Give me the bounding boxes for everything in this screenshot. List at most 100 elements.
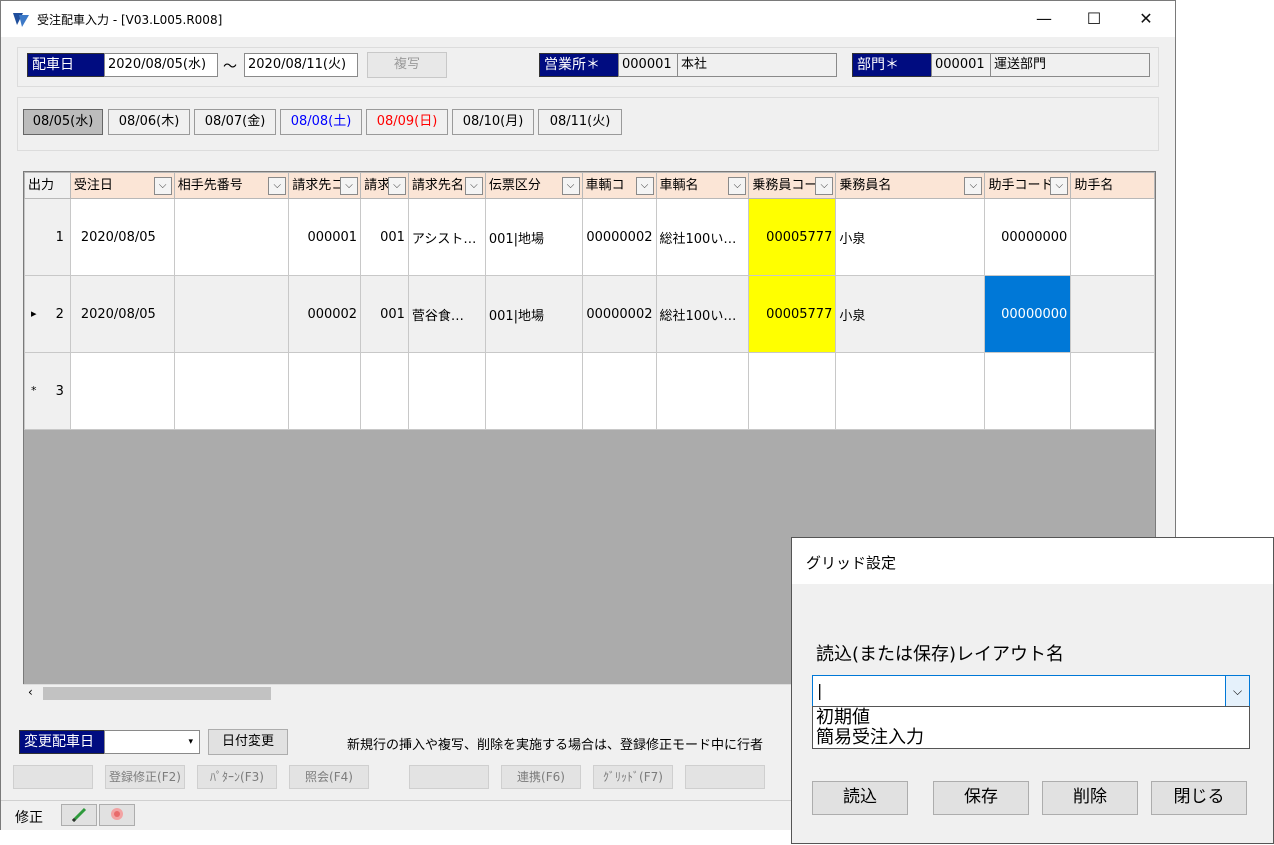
filter-dropdown-icon[interactable]: ⌵: [561, 177, 580, 195]
day-tab[interactable]: 08/07(金): [194, 109, 276, 135]
table-row[interactable]: ▸ 2 2020/08/05 000002 001 菅谷食… 001|地場 00000002 総…: [24, 275, 1155, 353]
grid-cell-bill-sub[interactable]: [360, 352, 409, 430]
grid-cell-order-date[interactable]: 2020/08/05: [69, 275, 175, 353]
column-header[interactable]: 車輌名 ⌵: [655, 172, 750, 199]
grid-cell-vehicle-code[interactable]: 00000002: [581, 275, 657, 353]
column-header[interactable]: 伝票区分 ⌵: [484, 172, 583, 199]
day-tab[interactable]: 08/06(木): [108, 109, 190, 135]
column-header[interactable]: 請求先名 ⌵: [407, 172, 486, 199]
load-button[interactable]: 読込: [812, 781, 908, 815]
grid-cell-bill-code[interactable]: [288, 352, 362, 430]
filter-dropdown-icon[interactable]: ⌵: [464, 177, 483, 195]
grid-cell-driver-name[interactable]: 小泉: [835, 275, 986, 353]
day-tab[interactable]: 08/09(日): [366, 109, 448, 135]
row-header[interactable]: 1: [24, 198, 71, 276]
grid-cell-vehicle-code[interactable]: [581, 352, 657, 430]
grid-cell-driver-code[interactable]: [748, 352, 837, 430]
grid-cell-bill-sub[interactable]: 001: [360, 198, 409, 276]
filter-dropdown-icon[interactable]: ⌵: [635, 177, 654, 195]
grid-cell-slip-type[interactable]: [484, 352, 583, 430]
edit-f2-button[interactable]: 登録修正(F2): [105, 765, 185, 789]
change-date-field[interactable]: ▾: [104, 730, 200, 754]
date-from-field[interactable]: 2020/08/05(水): [104, 53, 218, 77]
date-to-field[interactable]: 2020/08/11(火): [244, 53, 358, 77]
grid-cell-vehicle-name[interactable]: 総社100い…: [655, 275, 750, 353]
grid-cell-bill-code[interactable]: 000002: [288, 275, 362, 353]
grid-cell-partner-no[interactable]: [173, 198, 290, 276]
column-header[interactable]: 相手先番号 ⌵: [173, 172, 290, 199]
grid-cell-assistant-name[interactable]: [1070, 352, 1155, 430]
grid-cell-vehicle-name[interactable]: [655, 352, 750, 430]
filter-dropdown-icon[interactable]: ⌵: [815, 177, 834, 195]
table-row[interactable]: 1 2020/08/05 000001 001 アシスト… 001|地場 00000002 総…: [24, 198, 1155, 276]
dropdown-arrow-icon[interactable]: ▾: [188, 731, 193, 753]
grid-cell-bill-code[interactable]: 000001: [288, 198, 362, 276]
minimize-button[interactable]: —: [1021, 1, 1067, 37]
grid-cell-partner-no[interactable]: [173, 352, 290, 430]
grid-cell-partner-no[interactable]: [173, 275, 290, 353]
date-change-button[interactable]: 日付変更: [208, 729, 288, 755]
grid-cell-vehicle-name[interactable]: 総社100い…: [655, 198, 750, 276]
dropdown-option[interactable]: 初期値: [816, 707, 870, 728]
grid-cell-assistant-code[interactable]: 00000000: [984, 275, 1072, 353]
filter-dropdown-icon[interactable]: ⌵: [1050, 177, 1069, 195]
filter-dropdown-icon[interactable]: ⌵: [387, 177, 406, 195]
day-tab[interactable]: 08/05(水): [23, 109, 103, 135]
grid-cell-assistant-code[interactable]: 00000000: [984, 198, 1072, 276]
grid-cell-bill-sub[interactable]: 001: [360, 275, 409, 353]
day-tab[interactable]: 08/10(月): [452, 109, 534, 135]
filter-dropdown-icon[interactable]: ⌵: [340, 177, 359, 195]
filter-dropdown-icon[interactable]: ⌵: [268, 177, 287, 195]
column-header[interactable]: 車輌コ ⌵: [581, 172, 657, 199]
filter-dropdown-icon[interactable]: ⌵: [964, 177, 983, 195]
filter-dropdown-icon[interactable]: ⌵: [153, 177, 172, 195]
close-dialog-button[interactable]: 閉じる: [1151, 781, 1247, 815]
layout-name-combobox[interactable]: | ⌵: [812, 675, 1250, 707]
grid-cell-assistant-name[interactable]: [1070, 198, 1155, 276]
column-header[interactable]: 受注日 ⌵: [69, 172, 175, 199]
grid-cell-bill-name[interactable]: アシスト…: [407, 198, 486, 276]
grid-cell-slip-type[interactable]: 001|地場: [484, 198, 583, 276]
day-tab[interactable]: 08/11(火): [538, 109, 622, 135]
scroll-left-icon[interactable]: ‹: [28, 685, 33, 699]
copy-button[interactable]: 複写: [367, 52, 447, 78]
grid-f7-button[interactable]: ｸﾞﾘｯﾄﾞ(F7): [593, 765, 673, 789]
grid-cell-slip-type[interactable]: 001|地場: [484, 275, 583, 353]
f8-button[interactable]: [685, 765, 765, 789]
pencil-icon[interactable]: [61, 804, 97, 826]
maximize-button[interactable]: ☐: [1071, 1, 1117, 37]
column-header[interactable]: 乗務員名 ⌵: [835, 172, 986, 199]
grid-cell-order-date[interactable]: 2020/08/05: [69, 198, 175, 276]
office-code-field[interactable]: 000001: [618, 53, 678, 77]
table-row[interactable]: * 3: [24, 352, 1155, 430]
column-header[interactable]: 助手名: [1070, 172, 1155, 199]
grid-cell-bill-name[interactable]: 菅谷食…: [407, 275, 486, 353]
row-header[interactable]: * 3: [24, 352, 71, 430]
f5-button[interactable]: [409, 765, 489, 789]
column-header[interactable]: 乗務員コード ⌵: [748, 172, 837, 199]
layout-name-input[interactable]: |: [817, 681, 822, 700]
grid-cell-vehicle-code[interactable]: 00000002: [581, 198, 657, 276]
column-header[interactable]: 出力: [24, 172, 71, 199]
close-window-button[interactable]: ✕: [1123, 1, 1169, 37]
f1-button[interactable]: [13, 765, 93, 789]
scrollbar-thumb[interactable]: [43, 687, 271, 700]
grid-cell-assistant-code[interactable]: [984, 352, 1072, 430]
inquiry-f4-button[interactable]: 照会(F4): [289, 765, 369, 789]
column-header[interactable]: 請求先コ ⌵: [288, 172, 362, 199]
column-header[interactable]: 請求 ⌵: [360, 172, 409, 199]
chevron-down-icon[interactable]: ⌵: [1225, 676, 1249, 706]
grid-cell-assistant-name[interactable]: [1070, 275, 1155, 353]
save-button[interactable]: 保存: [933, 781, 1029, 815]
link-f6-button[interactable]: 連携(F6): [501, 765, 581, 789]
grid-cell-driver-name[interactable]: 小泉: [835, 198, 986, 276]
grid-cell-driver-name[interactable]: [835, 352, 986, 430]
day-tab[interactable]: 08/08(土): [280, 109, 362, 135]
grid-cell-order-date[interactable]: [69, 352, 175, 430]
row-header[interactable]: ▸ 2: [24, 275, 71, 353]
dropdown-option[interactable]: 簡易受注入力: [816, 727, 924, 748]
filter-dropdown-icon[interactable]: ⌵: [728, 177, 747, 195]
grid-cell-driver-code[interactable]: 00005777: [748, 275, 837, 353]
pin-icon[interactable]: [99, 804, 135, 826]
grid-cell-bill-name[interactable]: [407, 352, 486, 430]
